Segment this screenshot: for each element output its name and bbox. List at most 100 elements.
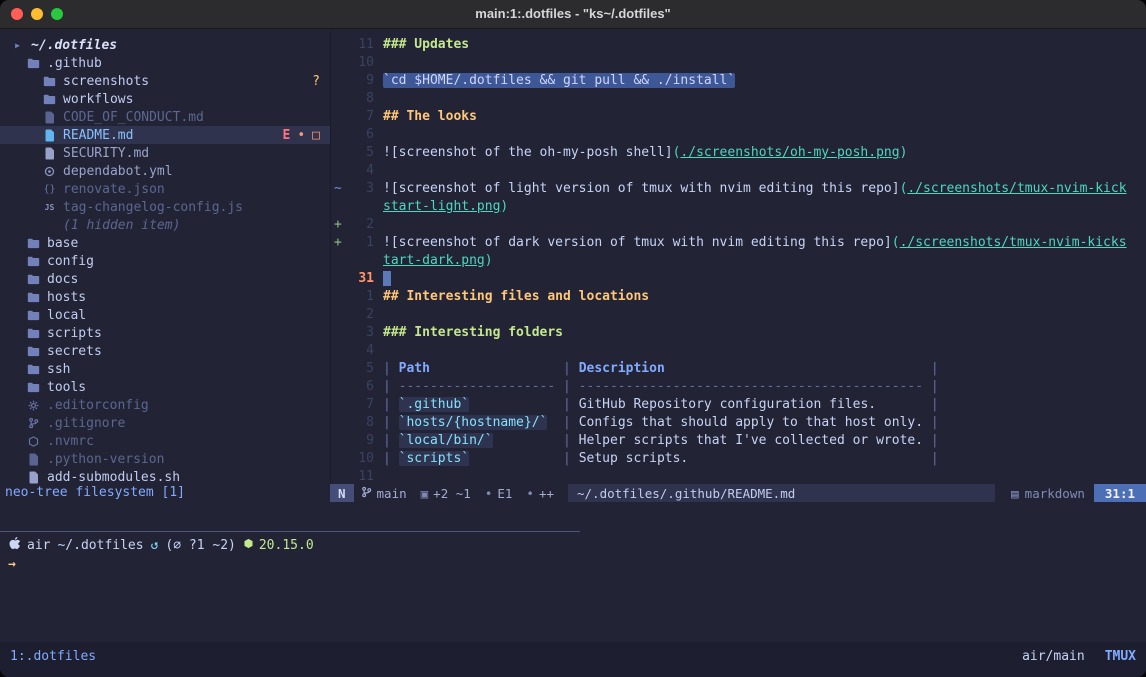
line-text: tart-dark.png): [383, 252, 493, 270]
tree-item-1-hidden-item[interactable]: (1 hidden item): [0, 216, 330, 234]
editor-line[interactable]: 10: [331, 54, 1146, 72]
tmux-flag: TMUX: [1105, 649, 1136, 664]
line-number: [347, 252, 383, 270]
tree-item-dotfiles[interactable]: ▸~/.dotfiles: [0, 36, 330, 54]
line-number: 1: [347, 234, 383, 252]
tree-item-github[interactable]: .github: [0, 54, 330, 72]
tree-item-local[interactable]: local: [0, 306, 330, 324]
tree-item-label: renovate.json: [63, 182, 165, 197]
line-number: 4: [347, 162, 383, 180]
tree-item-nvmrc[interactable]: .nvmrc: [0, 432, 330, 450]
line-text: [383, 270, 391, 288]
tree-item-ssh[interactable]: ssh: [0, 360, 330, 378]
line-number: 7: [347, 108, 383, 126]
tree-item-config[interactable]: config: [0, 252, 330, 270]
tree-item-workflows[interactable]: workflows: [0, 90, 330, 108]
tree-item-label: config: [47, 254, 94, 269]
tree-item-base[interactable]: base: [0, 234, 330, 252]
tree-item-screenshots[interactable]: screenshots?: [0, 72, 330, 90]
editor-line[interactable]: 8: [331, 90, 1146, 108]
tree-item-secrets[interactable]: secrets: [0, 342, 330, 360]
tree-item-tools[interactable]: tools: [0, 378, 330, 396]
editor-line[interactable]: 8| `hosts/{hostname}/` | Configs that sh…: [331, 414, 1146, 432]
javascript-icon: JS: [42, 203, 57, 212]
editor-line[interactable]: +1![screenshot of dark version of tmux w…: [331, 234, 1146, 252]
editor-line[interactable]: 31: [331, 270, 1146, 288]
tree-item-python-version[interactable]: .python-version: [0, 450, 330, 468]
shell-prompt: air ~/.dotfiles ↺ (⌀ ?1 ~2) 20.15.0: [8, 536, 1138, 555]
lsp-status-icon: •: [526, 486, 534, 501]
git-sign: [331, 288, 347, 306]
tmux-window-item[interactable]: 1:.dotfiles: [10, 649, 96, 664]
tree-item-label: local: [47, 308, 86, 323]
tree-item-readme-md[interactable]: README.mdE•□: [0, 126, 330, 144]
tree-item-hosts[interactable]: hosts: [0, 288, 330, 306]
editor-line[interactable]: 9| `local/bin/` | Helper scripts that I'…: [331, 432, 1146, 450]
file-path: ~/.dotfiles/.github/README.md: [568, 484, 995, 502]
editor-line[interactable]: 11### Updates: [331, 36, 1146, 54]
editor-line[interactable]: 5| Path | Description |: [331, 360, 1146, 378]
line-text: | `hosts/{hostname}/` | Configs that sho…: [383, 414, 939, 432]
shell-pane[interactable]: air ~/.dotfiles ↺ (⌀ ?1 ~2) 20.15.0 →: [8, 536, 1138, 574]
line-text: | -------------------- | ---------------…: [383, 378, 939, 396]
tmux-pane-divider[interactable]: [0, 531, 580, 532]
git-sign: [331, 162, 347, 180]
git-unstaged-badge: □: [312, 128, 320, 143]
editor-line[interactable]: 7| `.github` | GitHub Repository configu…: [331, 396, 1146, 414]
editor-line[interactable]: 9`cd $HOME/.dotfiles && git pull && ./in…: [331, 72, 1146, 90]
git-sign: ~: [331, 180, 347, 198]
tree-item-label: docs: [47, 272, 78, 287]
editor-line[interactable]: 5![screenshot of the oh-my-posh shell](.…: [331, 144, 1146, 162]
tree-item-tag-changelog-config-js[interactable]: JS tag-changelog-config.js: [0, 198, 330, 216]
line-text: start-light.png): [383, 198, 508, 216]
prompt-char: →: [8, 557, 16, 572]
terminal-content[interactable]: ▸~/.dotfiles.githubscreenshots?workflows…: [0, 28, 1146, 677]
line-number: 8: [347, 414, 383, 432]
editor-line[interactable]: 2: [331, 306, 1146, 324]
editor-line[interactable]: 4: [331, 162, 1146, 180]
file-icon: [26, 453, 41, 466]
line-text: ![screenshot of the oh-my-posh shell](./…: [383, 144, 907, 162]
tree-item-editorconfig[interactable]: .editorconfig: [0, 396, 330, 414]
line-number: 9: [347, 432, 383, 450]
editor-line[interactable]: 1## Interesting files and locations: [331, 288, 1146, 306]
tree-item-label: tag-changelog-config.js: [63, 200, 243, 215]
git-sign: +: [331, 216, 347, 234]
line-text: | `scripts` | Setup scripts. |: [383, 450, 939, 468]
tree-item-security-md[interactable]: SECURITY.md: [0, 144, 330, 162]
tree-item-add-submodules-sh[interactable]: add-submodules.sh: [0, 468, 330, 484]
line-number: 8: [347, 90, 383, 108]
node-icon: [26, 436, 41, 447]
git-sign: [331, 252, 347, 270]
statusline: N main ▣ +2 ~1 • E1 • ++ ~/.dotfiles/.gi…: [330, 484, 1146, 502]
tree-item-scripts[interactable]: scripts: [0, 324, 330, 342]
expander-icon: ▸: [10, 38, 25, 52]
tree-item-gitignore[interactable]: .gitignore: [0, 414, 330, 432]
lsp-status-text: ++: [539, 486, 554, 501]
tree-item-renovate-json[interactable]: {}renovate.json: [0, 180, 330, 198]
editor-line[interactable]: tart-dark.png): [331, 252, 1146, 270]
editor-line[interactable]: 6: [331, 126, 1146, 144]
line-text: | Path | Description |: [383, 360, 939, 378]
tree-item-label: tools: [47, 380, 86, 395]
editor-pane[interactable]: 11### Updates109`cd $HOME/.dotfiles && g…: [330, 28, 1146, 484]
shell-input-line[interactable]: →: [8, 555, 1138, 574]
tree-item-dependabot-yml[interactable]: dependabot.yml: [0, 162, 330, 180]
editor-line[interactable]: 4: [331, 342, 1146, 360]
editor-line[interactable]: start-light.png): [331, 198, 1146, 216]
neo-tree-sidebar[interactable]: ▸~/.dotfiles.githubscreenshots?workflows…: [0, 28, 330, 484]
terminal-window: main:1:.dotfiles - "ks~/.dotfiles" ▸~/.d…: [0, 0, 1146, 677]
neo-tree-status: neo-tree filesystem [1]: [0, 484, 330, 502]
editor-line[interactable]: 10| `scripts` | Setup scripts. |: [331, 450, 1146, 468]
folder-icon: [26, 238, 41, 249]
tree-item-code-of-conduct-md[interactable]: CODE_OF_CONDUCT.md: [0, 108, 330, 126]
editor-line[interactable]: 6| -------------------- | --------------…: [331, 378, 1146, 396]
tree-item-label: add-submodules.sh: [47, 470, 180, 485]
editor-line[interactable]: 11: [331, 468, 1146, 484]
editor-line[interactable]: 7## The looks: [331, 108, 1146, 126]
editor-line[interactable]: 3### Interesting folders: [331, 324, 1146, 342]
editor-line[interactable]: ~3![screenshot of light version of tmux …: [331, 180, 1146, 198]
file-icon: [42, 129, 57, 142]
tree-item-docs[interactable]: docs: [0, 270, 330, 288]
editor-line[interactable]: +2: [331, 216, 1146, 234]
